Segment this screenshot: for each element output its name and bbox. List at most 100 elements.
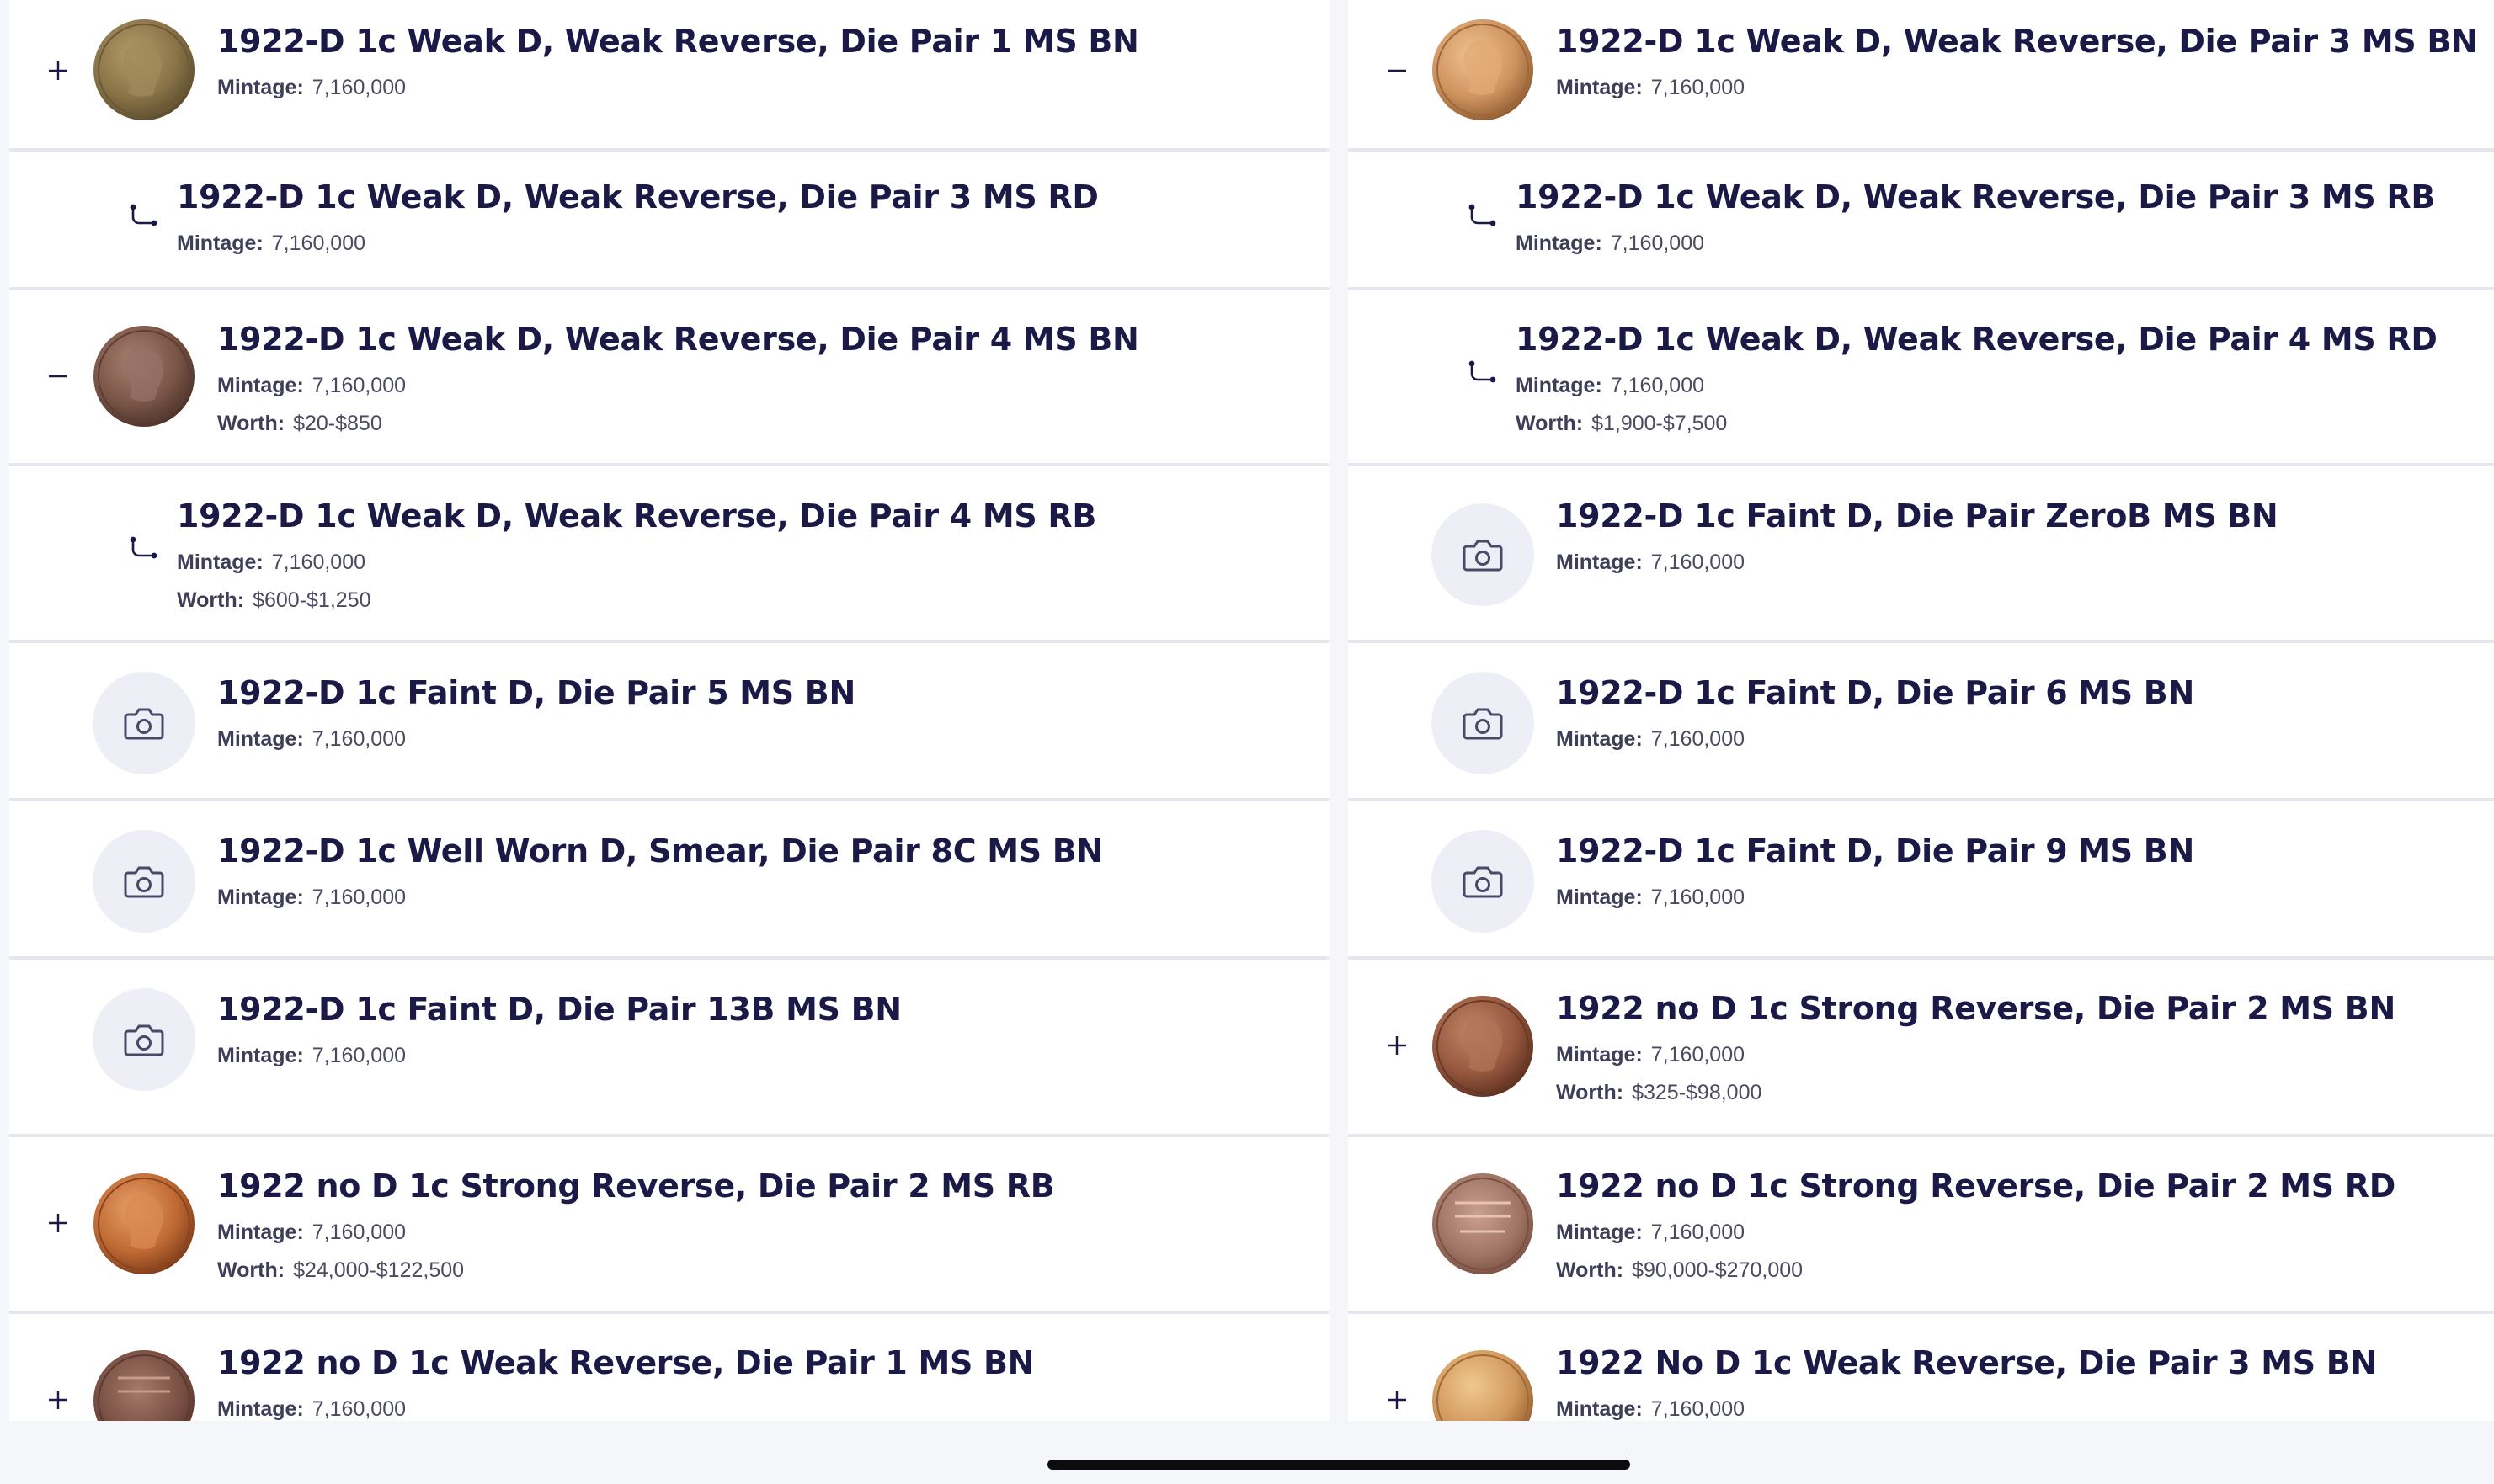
variety-row[interactable]: 1922-D 1c Faint D, Die Pair 6 MS BN Mint… (1348, 643, 2494, 798)
screen: 1922-D 1c Weak D, Weak Reverse, Die Pair… (0, 0, 2494, 1484)
mintage-line: Mintage: 7,160,000 (217, 374, 406, 398)
mintage-label: Mintage: (1516, 374, 1602, 397)
expand-plus-icon[interactable] (38, 1380, 78, 1420)
coin-thumbnail[interactable] (1431, 1349, 1534, 1421)
mintage-value: 7,160,000 (312, 1397, 406, 1421)
camera-placeholder[interactable] (1431, 503, 1534, 606)
mintage-line: Mintage: 7,160,000 (217, 1044, 406, 1068)
variety-row[interactable]: 1922 no D 1c Weak Reverse, Die Pair 1 MS… (9, 1314, 1330, 1421)
variety-row[interactable]: 1922-D 1c Faint D, Die Pair ZeroB MS BN … (1348, 466, 2494, 640)
variety-title: 1922-D 1c Weak D, Weak Reverse, Die Pair… (177, 497, 1096, 535)
variety-row[interactable]: 1922-D 1c Weak D, Weak Reverse, Die Pair… (9, 0, 1330, 148)
expand-plus-icon[interactable] (1377, 1380, 1417, 1420)
mintage-label: Mintage: (217, 886, 304, 909)
camera-placeholder[interactable] (93, 988, 195, 1091)
left-variety-list: 1922-D 1c Weak D, Weak Reverse, Die Pair… (9, 0, 1330, 1421)
coin-thumbnail[interactable] (1431, 19, 1534, 121)
mintage-label: Mintage: (1556, 886, 1643, 909)
worth-label: Worth: (1516, 412, 1584, 435)
mintage-line: Mintage: 7,160,000 (1556, 727, 1745, 752)
camera-placeholder[interactable] (1431, 672, 1534, 774)
mintage-label: Mintage: (217, 1221, 304, 1244)
camera-icon (1463, 708, 1503, 740)
sub-variety-icon (1463, 199, 1505, 242)
camera-icon (1463, 540, 1503, 572)
expand-plus-icon[interactable] (38, 1203, 78, 1243)
variety-row[interactable]: 1922-D 1c Faint D, Die Pair 5 MS BN Mint… (9, 643, 1330, 798)
camera-icon (124, 866, 164, 898)
worth-value: $90,000-$270,000 (1632, 1258, 1804, 1282)
mintage-label: Mintage: (1556, 551, 1643, 574)
mintage-line: Mintage: 7,160,000 (217, 76, 406, 100)
worth-line: Worth: $325-$98,000 (1556, 1081, 1761, 1105)
mintage-label: Mintage: (217, 1044, 304, 1067)
expand-plus-icon[interactable] (1377, 1025, 1417, 1066)
coin-thumbnail[interactable] (93, 19, 195, 121)
mintage-line: Mintage: 7,160,000 (1516, 231, 1704, 256)
coin-thumbnail[interactable] (93, 1349, 195, 1421)
variety-title: 1922 no D 1c Weak Reverse, Die Pair 1 MS… (217, 1344, 1035, 1381)
camera-placeholder[interactable] (93, 672, 195, 774)
collapse-minus-icon[interactable] (38, 356, 78, 396)
variety-title: 1922 No D 1c Weak Reverse, Die Pair 3 MS… (1556, 1344, 2377, 1381)
mintage-line: Mintage: 7,160,000 (217, 1221, 406, 1245)
camera-placeholder[interactable] (93, 830, 195, 933)
mintage-label: Mintage: (1556, 1043, 1643, 1066)
mintage-label: Mintage: (217, 76, 304, 99)
variety-row[interactable]: 1922 no D 1c Strong Reverse, Die Pair 2 … (9, 1137, 1330, 1311)
collapse-minus-icon[interactable] (1377, 51, 1417, 91)
mintage-label: Mintage: (1556, 1397, 1643, 1421)
variety-row[interactable]: 1922-D 1c Faint D, Die Pair 9 MS BN Mint… (1348, 801, 2494, 956)
mintage-line: Mintage: 7,160,000 (1516, 374, 1704, 398)
mintage-label: Mintage: (1556, 727, 1643, 751)
mintage-value: 7,160,000 (1610, 374, 1704, 397)
mintage-value: 7,160,000 (1610, 231, 1704, 255)
mintage-label: Mintage: (177, 231, 264, 255)
right-variety-list: 1922-D 1c Weak D, Weak Reverse, Die Pair… (1348, 0, 2494, 1421)
variety-title: 1922-D 1c Weak D, Weak Reverse, Die Pair… (177, 178, 1099, 215)
coin-thumbnail[interactable] (93, 325, 195, 428)
coin-thumbnail[interactable] (93, 1173, 195, 1275)
mintage-value: 7,160,000 (1650, 76, 1745, 99)
mintage-line: Mintage: 7,160,000 (1556, 551, 1745, 575)
home-indicator[interactable] (1047, 1460, 1630, 1470)
mintage-value: 7,160,000 (312, 1221, 406, 1244)
sub-variety-icon (1463, 356, 1505, 398)
mintage-label: Mintage: (177, 551, 264, 574)
camera-icon (124, 1024, 164, 1056)
variety-row[interactable]: 1922 no D 1c Strong Reverse, Die Pair 2 … (1348, 960, 2494, 1134)
variety-row[interactable]: 1922 No D 1c Weak Reverse, Die Pair 3 MS… (1348, 1314, 2494, 1421)
variety-row[interactable]: 1922-D 1c Faint D, Die Pair 13B MS BN Mi… (9, 960, 1330, 1134)
mintage-line: Mintage: 7,160,000 (1556, 76, 1745, 100)
variety-title: 1922-D 1c Weak D, Weak Reverse, Die Pair… (1516, 178, 2435, 215)
worth-line: Worth: $1,900-$7,500 (1516, 412, 1727, 436)
worth-value: $20-$850 (293, 412, 382, 435)
mintage-value: 7,160,000 (1650, 886, 1745, 909)
expand-plus-icon[interactable] (38, 51, 78, 91)
mintage-line: Mintage: 7,160,000 (217, 886, 406, 910)
mintage-label: Mintage: (1516, 231, 1602, 255)
mintage-line: Mintage: 7,160,000 (1556, 1043, 1745, 1067)
variety-row[interactable]: 1922-D 1c Weak D, Weak Reverse, Die Pair… (1348, 290, 2494, 463)
variety-row[interactable]: 1922-D 1c Weak D, Weak Reverse, Die Pair… (1348, 0, 2494, 148)
mintage-value: 7,160,000 (312, 76, 406, 99)
mintage-value: 7,160,000 (1650, 1397, 1745, 1421)
coin-thumbnail[interactable] (1431, 995, 1534, 1098)
worth-label: Worth: (1556, 1258, 1624, 1282)
mintage-line: Mintage: 7,160,000 (217, 727, 406, 752)
variety-title: 1922-D 1c Faint D, Die Pair 13B MS BN (217, 991, 902, 1028)
variety-title: 1922 no D 1c Strong Reverse, Die Pair 2 … (217, 1168, 1055, 1205)
coin-thumbnail[interactable] (1431, 1173, 1534, 1275)
variety-title: 1922-D 1c Weak D, Weak Reverse, Die Pair… (1516, 321, 2438, 358)
mintage-line: Mintage: 7,160,000 (1556, 1397, 1745, 1421)
variety-title: 1922-D 1c Well Worn D, Smear, Die Pair 8… (217, 832, 1103, 870)
camera-placeholder[interactable] (1431, 830, 1534, 933)
variety-row[interactable]: 1922-D 1c Well Worn D, Smear, Die Pair 8… (9, 801, 1330, 956)
variety-row[interactable]: 1922-D 1c Weak D, Weak Reverse, Die Pair… (1348, 152, 2494, 287)
mintage-label: Mintage: (217, 1397, 304, 1421)
variety-row[interactable]: 1922-D 1c Weak D, Weak Reverse, Die Pair… (9, 466, 1330, 640)
variety-row[interactable]: 1922-D 1c Weak D, Weak Reverse, Die Pair… (9, 152, 1330, 287)
variety-row[interactable]: 1922 no D 1c Strong Reverse, Die Pair 2 … (1348, 1137, 2494, 1311)
variety-row[interactable]: 1922-D 1c Weak D, Weak Reverse, Die Pair… (9, 290, 1330, 463)
mintage-value: 7,160,000 (312, 374, 406, 397)
